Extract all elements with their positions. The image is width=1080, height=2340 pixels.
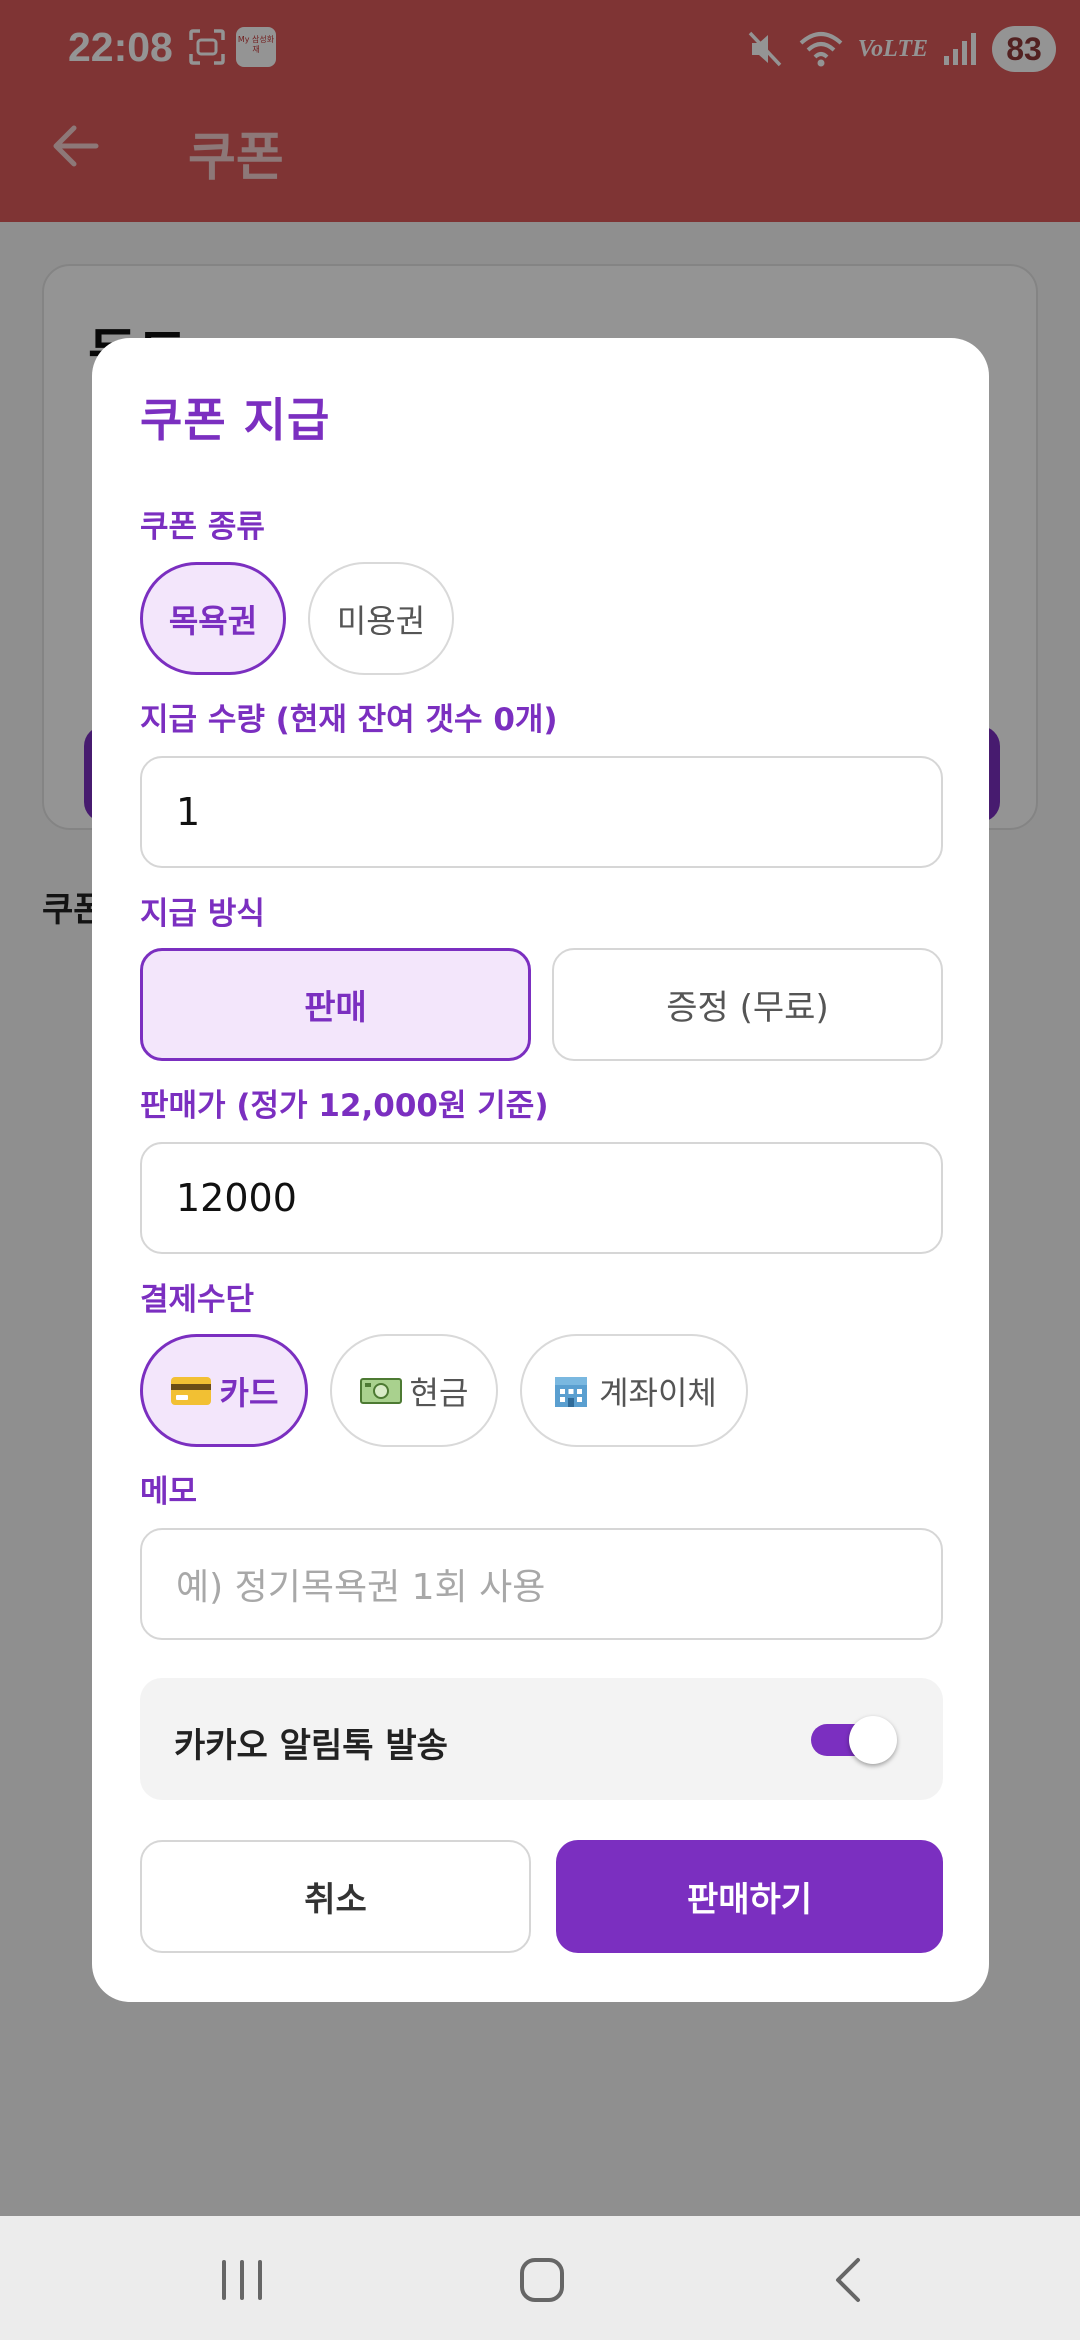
system-navigation-bar [0,2216,1080,2340]
payment-transfer-label: 계좌이체 [599,1373,717,1412]
chip-label: 미용권 [336,601,426,640]
kakao-notification-label: 카카오 알림톡 발송 [174,1726,448,1766]
payment-card-label: 카드 [219,1373,279,1412]
home-icon[interactable] [512,2252,572,2308]
back-icon[interactable] [818,2252,878,2308]
method-sale-button[interactable]: 판매 [140,948,531,1061]
quantity-value: 1 [176,790,201,834]
payment-card-chip[interactable]: 카드 [140,1334,308,1447]
payment-cash-chip[interactable]: 현금 [330,1334,498,1447]
sell-button[interactable]: 판매하기 [556,1840,943,1953]
kakao-notification-toggle[interactable] [811,1716,897,1764]
screen: 22:08 My 삼성화재 VoLTE 83 쿠폰 쿠폰 쿠폰 지급 쿠폰 종류… [0,0,1080,2340]
price-label: 판매가 (정가 12,000원 기준) [140,1088,549,1124]
memo-placeholder: 예) 정기목욕권 1회 사용 [176,1567,546,1608]
cash-icon [359,1375,402,1407]
credit-card-icon [170,1375,212,1407]
payment-transfer-chip[interactable]: 계좌이체 [520,1334,748,1447]
dialog-title: 쿠폰 지급 [140,393,331,447]
cancel-button[interactable]: 취소 [140,1840,531,1953]
price-value: 12000 [176,1176,297,1220]
memo-label: 메모 [140,1474,198,1510]
coupon-type-label: 쿠폰 종류 [140,509,265,545]
method-label: 지급 방식 [140,896,265,932]
coupon-type-bath-chip[interactable]: 목욕권 [140,562,286,675]
chip-label: 목욕권 [168,601,258,640]
bank-icon [551,1371,591,1411]
payment-label: 결제수단 [140,1282,255,1318]
quantity-input[interactable]: 1 [140,756,943,868]
price-input[interactable]: 12000 [140,1142,943,1254]
method-gift-label: 증정 (무료) [666,988,829,1028]
payment-cash-label: 현금 [409,1373,469,1412]
memo-input[interactable]: 예) 정기목욕권 1회 사용 [140,1528,943,1640]
sell-button-label: 판매하기 [686,1880,813,1920]
method-sale-label: 판매 [304,988,367,1028]
cancel-button-label: 취소 [304,1880,367,1920]
quantity-label: 지급 수량 (현재 잔여 갯수 0개) [140,702,558,738]
toggle-knob [849,1716,897,1764]
kakao-notification-row: 카카오 알림톡 발송 [140,1678,943,1800]
method-gift-button[interactable]: 증정 (무료) [552,948,943,1061]
coupon-issue-dialog: 쿠폰 지급 쿠폰 종류 목욕권 미용권 지급 수량 (현재 잔여 갯수 0개) … [92,338,989,2002]
recent-apps-icon[interactable] [212,2252,272,2308]
coupon-type-beauty-chip[interactable]: 미용권 [308,562,454,675]
